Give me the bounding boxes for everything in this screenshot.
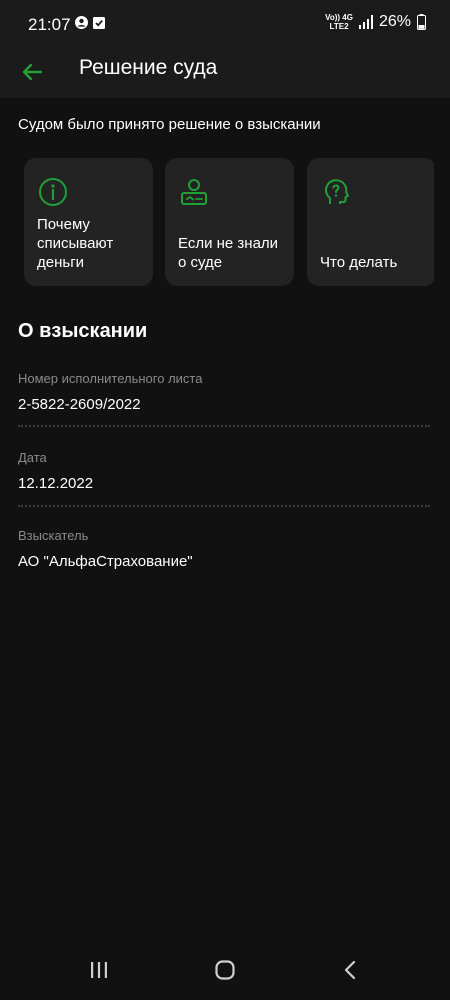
section-title: О взыскании xyxy=(18,320,148,342)
field-value: 2-5822-2609/2022 xyxy=(18,396,141,413)
status-bar: 21:07 Vo)) 4G LTE2 26% xyxy=(0,0,450,50)
card-why-money-charged[interactable]: Почему списывают деньги xyxy=(24,158,153,286)
back-icon xyxy=(344,960,356,980)
card-if-unaware-of-court[interactable]: Если не знали о суде xyxy=(165,158,294,286)
recent-apps-button[interactable] xyxy=(83,956,115,984)
system-nav-bar xyxy=(0,940,450,1000)
page-title: Решение суда xyxy=(79,56,218,79)
field-label: Дата xyxy=(18,450,47,465)
status-time: 21:07 xyxy=(28,15,71,34)
field-value: 12.12.2022 xyxy=(18,475,94,492)
card-label: Что делать xyxy=(320,254,398,271)
account-icon xyxy=(75,16,88,29)
field-date: Дата 12.12.2022 xyxy=(18,450,430,492)
status-notification-icons xyxy=(75,16,105,29)
field-value: АО "АльфаСтрахование" xyxy=(18,553,193,570)
divider xyxy=(18,505,430,507)
card-what-to-do[interactable]: Что делать xyxy=(307,158,434,286)
info-circle-icon xyxy=(39,178,67,206)
field-label: Номер исполнительного листа xyxy=(18,371,203,386)
field-claimant: Взыскатель АО "АльфаСтрахование" xyxy=(18,528,430,570)
decision-subtitle: Судом было принято решение о взыскании xyxy=(18,116,321,133)
question-head-icon xyxy=(325,179,349,204)
system-back-button[interactable] xyxy=(334,956,366,984)
arrow-left-icon xyxy=(22,63,43,81)
battery-percent: 26% xyxy=(378,13,411,30)
card-label: Если не знали о суде xyxy=(178,235,279,271)
home-button[interactable] xyxy=(209,956,241,984)
field-writ-number: Номер исполнительного листа 2-5822-2609/… xyxy=(18,371,430,413)
back-button[interactable] xyxy=(16,56,48,88)
card-label: Почему списывают деньги xyxy=(37,216,114,271)
task-check-icon xyxy=(93,17,105,29)
signal-icon xyxy=(358,15,373,29)
battery-icon xyxy=(417,14,426,30)
info-cards-carousel[interactable]: Почему списывают деньги Если не знали о … xyxy=(24,158,434,286)
home-icon xyxy=(215,960,235,980)
field-label: Взыскатель xyxy=(18,528,89,543)
divider xyxy=(18,425,430,427)
app-bar: Решение суда xyxy=(0,50,450,98)
network-indicator: Vo)) 4G LTE2 xyxy=(325,13,353,31)
status-right: Vo)) 4G LTE2 26% xyxy=(325,13,426,31)
person-badge-icon xyxy=(181,179,207,205)
screen: 21:07 Vo)) 4G LTE2 26% Решение суда Судо… xyxy=(0,0,450,1000)
recent-apps-icon xyxy=(91,962,107,978)
